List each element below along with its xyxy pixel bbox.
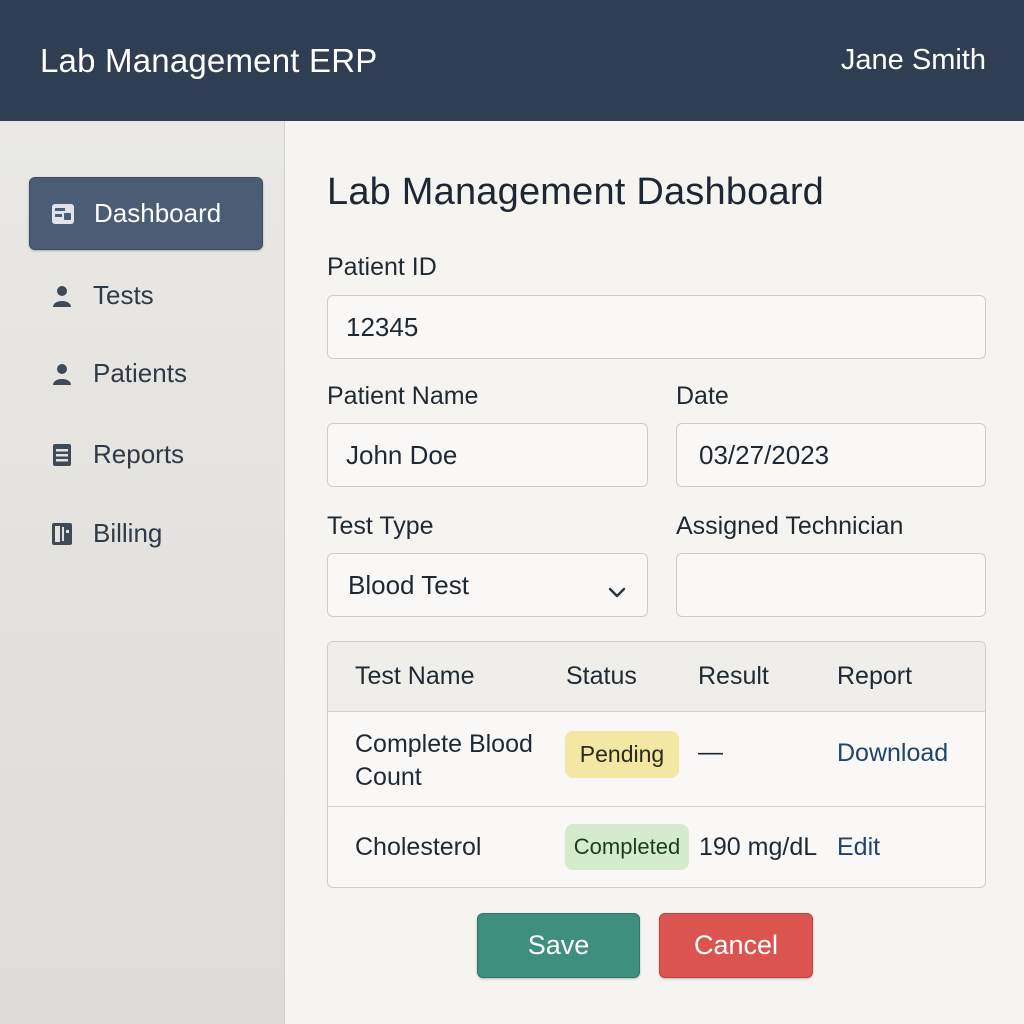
page-title: Lab Management Dashboard [327, 171, 825, 213]
tests-table: Test Name Status Result Report Complete … [327, 641, 986, 888]
patient-name-field[interactable]: John Doe [327, 423, 648, 487]
column-header-test-name: Test Name [355, 662, 475, 690]
patient-id-label: Patient ID [327, 253, 437, 281]
test-type-value: Blood Test [348, 569, 469, 600]
sidebar-item-label: Dashboard [94, 198, 222, 228]
date-value: 03/27/2023 [699, 439, 830, 470]
save-button[interactable]: Save [477, 913, 640, 978]
table-header: Test Name Status Result Report [328, 642, 985, 712]
table-row: Cholesterol Completed 190 mg/dL Edit [328, 807, 985, 887]
sidebar-item-patients[interactable]: Patients [29, 337, 263, 410]
sidebar-item-label: Reports [93, 439, 185, 469]
user-name[interactable]: Jane Smith [841, 44, 986, 77]
column-header-report: Report [837, 662, 913, 690]
test-type-label: Test Type [327, 512, 434, 540]
column-header-status: Status [566, 662, 637, 690]
assigned-technician-field[interactable] [676, 553, 986, 617]
sidebar-item-label: Tests [93, 280, 154, 310]
sidebar-item-reports[interactable]: Reports [29, 418, 263, 491]
date-label: Date [676, 382, 729, 410]
sidebar-item-dashboard[interactable]: Dashboard [29, 177, 263, 250]
sidebar-item-tests[interactable]: Tests [29, 259, 263, 332]
date-field[interactable]: 03/27/2023 [676, 423, 986, 487]
sidebar: Dashboard Tests Patients Reports Billing [0, 121, 285, 1024]
result-cell: 190 mg/dL [699, 833, 818, 861]
document-icon [49, 442, 75, 468]
app-title: Lab Management ERP [40, 41, 378, 79]
cancel-button[interactable]: Cancel [659, 913, 813, 978]
column-header-result: Result [698, 662, 769, 690]
invoice-icon [49, 521, 75, 547]
top-header: Lab Management ERP Jane Smith [0, 0, 1024, 121]
table-row: Complete Blood Count Pending — Download [328, 712, 985, 807]
patient-name-value: John Doe [346, 439, 458, 470]
sidebar-item-billing[interactable]: Billing [29, 497, 263, 570]
status-badge: Completed [565, 824, 689, 870]
dashboard-icon [50, 201, 76, 227]
patient-id-value: 12345 [346, 311, 419, 342]
main-content: Lab Management Dashboard Patient ID 1234… [285, 121, 1024, 1024]
test-name-cell: Complete Blood Count [355, 730, 533, 791]
patient-name-label: Patient Name [327, 382, 479, 410]
person-icon [49, 283, 75, 309]
sidebar-item-label: Patients [93, 358, 187, 388]
result-cell: — [698, 738, 723, 766]
test-type-select[interactable]: Blood Test [327, 553, 648, 617]
download-report-link[interactable]: Download [837, 739, 948, 768]
edit-result-link[interactable]: Edit [837, 833, 880, 862]
person-icon [49, 361, 75, 387]
chevron-down-icon [607, 576, 627, 607]
status-badge: Pending [565, 731, 679, 778]
patient-id-field[interactable]: 12345 [327, 295, 986, 359]
sidebar-item-label: Billing [93, 518, 163, 548]
test-name-cell: Cholesterol [355, 833, 482, 861]
assigned-technician-label: Assigned Technician [676, 512, 904, 540]
